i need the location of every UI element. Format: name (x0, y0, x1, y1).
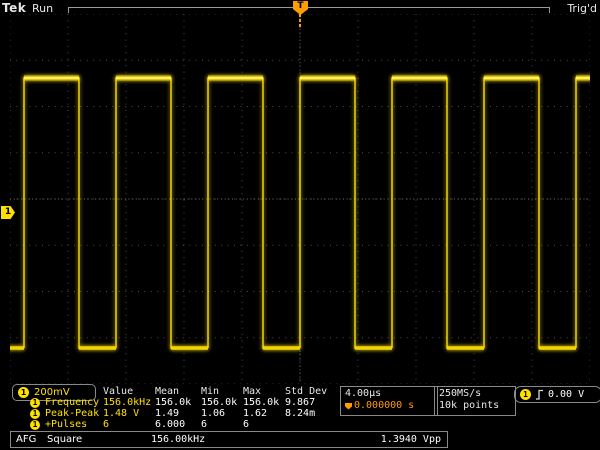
afg-status-strip: AFG Square 156.00kHz 1.3940 Vpp (10, 431, 448, 448)
meas-value: 6 (103, 419, 155, 430)
meas-name: Frequency (45, 397, 103, 408)
afg-frequency: 156.00kHz (151, 432, 205, 447)
meas-row-badge: 1 (30, 419, 45, 430)
ch1-waveform-trace (10, 78, 590, 348)
meas-mean: 6.000 (155, 419, 201, 430)
brand-logo: Tek (2, 1, 26, 15)
meas-max: 1.62 (243, 408, 285, 419)
meas-max: 156.0k (243, 397, 285, 408)
col-header-max: Max (243, 386, 285, 397)
ch1-badge: 1 (18, 387, 29, 398)
meas-value: 1.48 V (103, 408, 155, 419)
trigger-readout: 1 0.00 V (514, 386, 600, 403)
meas-min: 156.0k (201, 397, 243, 408)
col-header-min: Min (201, 386, 243, 397)
graticule (10, 14, 590, 384)
afg-waveform-type: Square (47, 432, 82, 447)
meas-std: 9.867 (285, 397, 331, 408)
timebase-readout: 4.00µs 0.000000 s (340, 386, 438, 416)
meas-min: 6 (201, 419, 243, 430)
col-header-value: Value (103, 386, 155, 397)
trigger-level-value: 0.00 V (548, 389, 584, 400)
meas-std: 8.24m (285, 408, 331, 419)
meas-mean: 1.49 (155, 408, 201, 419)
afg-label: AFG (16, 432, 36, 447)
trigger-position-readout: 0.000000 s (345, 400, 433, 412)
col-header-stddev: Std Dev (285, 386, 331, 397)
trigger-position-value: 0.000000 s (354, 400, 414, 412)
meas-name: +Pulses (45, 419, 103, 430)
meas-max: 6 (243, 419, 285, 430)
meas-name: Peak-Peak (45, 408, 103, 419)
rising-edge-slope-icon (535, 389, 544, 400)
oscilloscope-screen: Tek Run Trig'd T 1 1 200mV Value Mean Mi… (0, 0, 600, 450)
record-length: 10k points (439, 400, 511, 412)
acquisition-bracket (68, 7, 550, 13)
meas-min: 1.06 (201, 408, 243, 419)
meas-mean: 156.0k (155, 397, 201, 408)
measurement-table: Value Mean Min Max Std Dev 1 Frequency 1… (30, 386, 331, 430)
col-header-mean: Mean (155, 386, 201, 397)
meas-row-badge: 1 (30, 408, 45, 419)
trigger-position-mini-icon (345, 403, 352, 410)
timebase-scale: 4.00µs (345, 388, 433, 400)
meas-row-badge: 1 (30, 397, 45, 408)
sample-rate: 250MS/s (439, 388, 511, 400)
trigger-source-badge: 1 (520, 389, 531, 400)
meas-value: 156.0kHz (103, 397, 155, 408)
meas-std (285, 419, 331, 430)
afg-amplitude: 1.3940 Vpp (381, 432, 441, 447)
acquisition-readout: 250MS/s 10k points (434, 386, 516, 416)
